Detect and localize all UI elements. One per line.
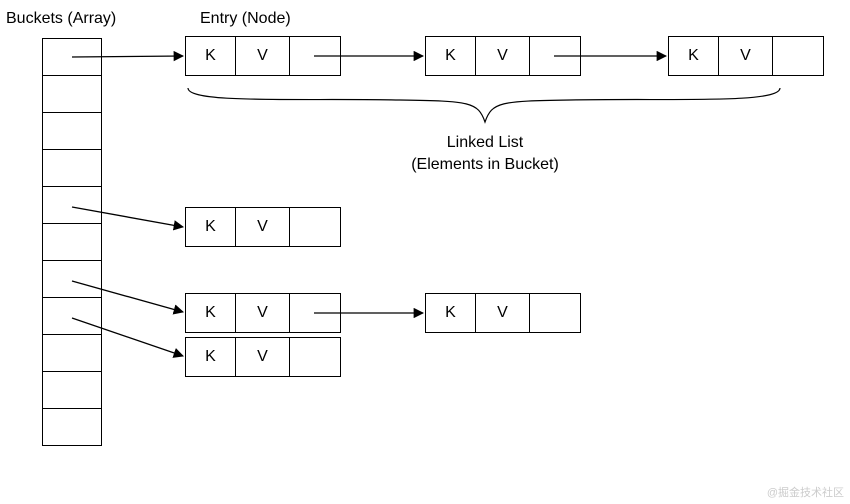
- value-cell: V: [236, 294, 290, 332]
- value-cell: V: [719, 37, 773, 75]
- bucket-slot: [42, 186, 102, 224]
- value-cell: V: [236, 208, 290, 246]
- entry-node: K V: [668, 36, 824, 76]
- pointer-cell: [290, 338, 340, 376]
- entry-node: K V: [425, 36, 581, 76]
- pointer-cell: [290, 294, 340, 332]
- key-cell: K: [186, 294, 236, 332]
- entry-node: K V: [185, 207, 341, 247]
- bucket-slot: [42, 223, 102, 261]
- watermark: @掘金技术社区: [767, 484, 844, 500]
- bucket-slot: [42, 149, 102, 187]
- buckets-label: Buckets (Array): [6, 10, 116, 28]
- pointer-cell: [530, 294, 580, 332]
- bucket-slot: [42, 38, 102, 76]
- entry-node: K V: [425, 293, 581, 333]
- bucket-slot: [42, 112, 102, 150]
- pointer-cell: [530, 37, 580, 75]
- linked-list-label-2: (Elements in Bucket): [355, 156, 615, 174]
- bucket-slot: [42, 408, 102, 446]
- entry-node: K V: [185, 293, 341, 333]
- key-cell: K: [186, 338, 236, 376]
- bucket-slot: [42, 334, 102, 372]
- key-cell: K: [186, 208, 236, 246]
- pointer-cell: [290, 208, 340, 246]
- value-cell: V: [476, 294, 530, 332]
- value-cell: V: [476, 37, 530, 75]
- key-cell: K: [426, 37, 476, 75]
- pointer-cell: [773, 37, 823, 75]
- linked-list-label-1: Linked List: [355, 134, 615, 152]
- key-cell: K: [669, 37, 719, 75]
- pointer-cell: [290, 37, 340, 75]
- bucket-slot: [42, 75, 102, 113]
- entry-node: K V: [185, 36, 341, 76]
- key-cell: K: [426, 294, 476, 332]
- entry-label: Entry (Node): [200, 10, 291, 28]
- bucket-slot: [42, 260, 102, 298]
- value-cell: V: [236, 37, 290, 75]
- value-cell: V: [236, 338, 290, 376]
- bucket-slot: [42, 371, 102, 409]
- bucket-slot: [42, 297, 102, 335]
- entry-node: K V: [185, 337, 341, 377]
- key-cell: K: [186, 37, 236, 75]
- curly-brace-icon: [188, 88, 780, 122]
